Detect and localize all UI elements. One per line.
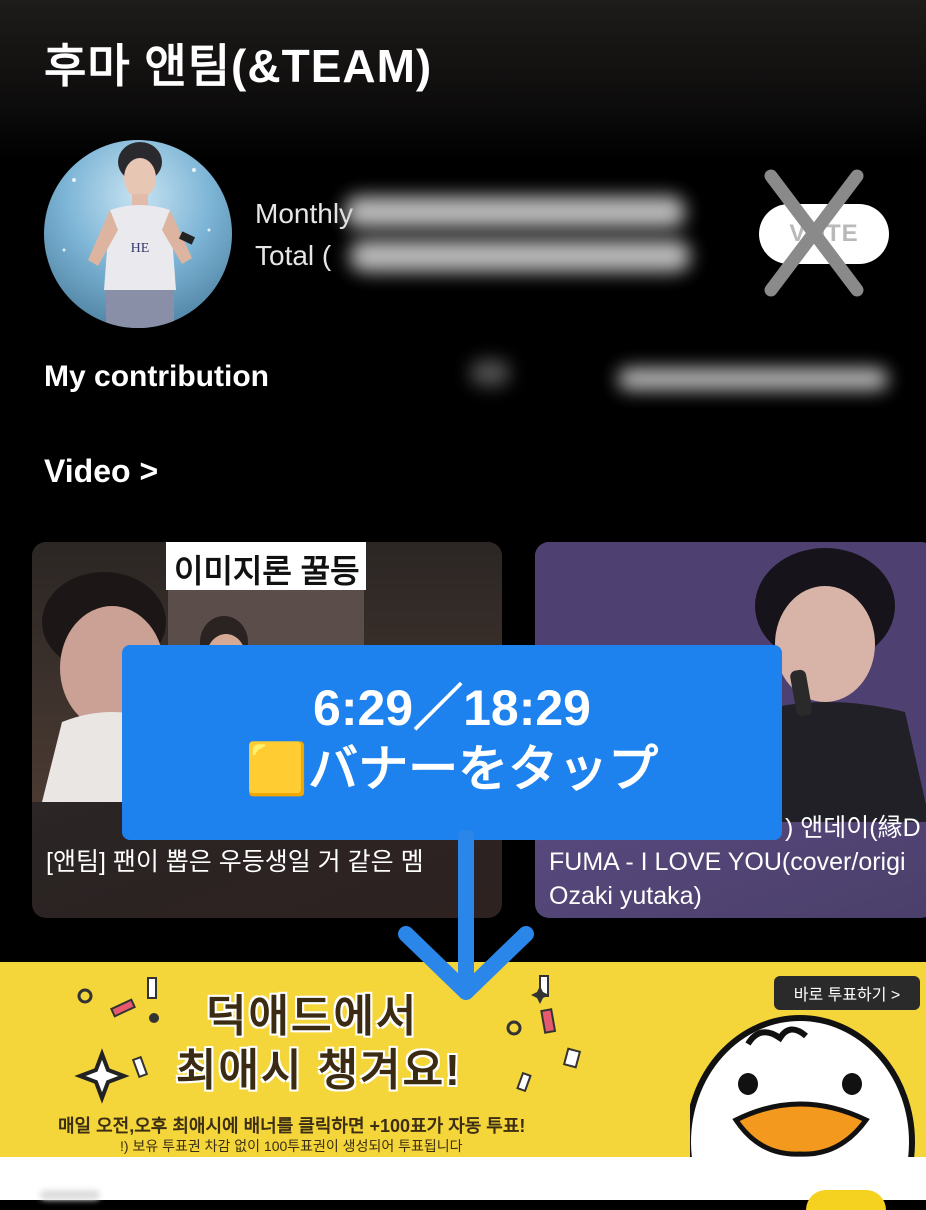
redacted-total-value bbox=[350, 240, 690, 272]
page-title: 후마 앤팀(&TEAM) bbox=[44, 40, 433, 92]
redacted-contribution-value bbox=[618, 368, 888, 390]
bottom-sheet-edge bbox=[0, 1157, 926, 1200]
instruction-overlay: 6:29／18:29 🟨バナーをタップ bbox=[122, 645, 782, 840]
redacted-monthly-value bbox=[345, 196, 685, 228]
video-section-link[interactable]: Video > bbox=[44, 453, 158, 490]
total-votes-label: Total ( bbox=[255, 240, 332, 271]
bottom-blurred-text bbox=[40, 1190, 100, 1200]
monthly-votes-label: Monthly bbox=[255, 198, 354, 229]
overlay-instruction: 🟨バナーをタップ bbox=[245, 741, 659, 797]
redacted-contribution-rank bbox=[470, 360, 510, 386]
video-title-fragment: ) 앤데이(縁D bbox=[785, 814, 921, 842]
vote-area: VOTE bbox=[757, 168, 895, 298]
avatar-portrait: HE bbox=[62, 142, 211, 328]
arrow-down-icon bbox=[398, 830, 534, 1000]
ad-headline-2: 최애시 챙겨요! bbox=[176, 1046, 462, 1095]
video-title: FUMA - I LOVE YOU(cover/origi bbox=[549, 848, 906, 876]
vote-now-link[interactable]: 바로 투표하기 > bbox=[774, 976, 920, 1010]
overlay-time: 6:29／18:29 bbox=[313, 680, 591, 736]
bottom-yellow-icon[interactable] bbox=[806, 1190, 886, 1210]
video-title: [앤팀] 팬이 뽑은 우등생일 거 같은 멤 bbox=[46, 848, 424, 876]
my-contribution-label: My contribution bbox=[44, 360, 269, 393]
artist-avatar[interactable]: HE bbox=[44, 140, 232, 328]
cross-out-mark-icon bbox=[764, 169, 864, 297]
ad-description: 매일 오전,오후 최애시에 배너를 클릭하면 +100표가 자동 투표! bbox=[58, 1116, 526, 1136]
video-title-line: Ozaki yutaka) bbox=[549, 882, 702, 910]
ad-disclaimer: !) 보유 투표권 차감 없이 100투표권이 생성되어 투표됩니다 bbox=[120, 1138, 463, 1154]
svg-text:HE: HE bbox=[131, 241, 150, 256]
duck-mascot-icon bbox=[690, 1015, 915, 1157]
